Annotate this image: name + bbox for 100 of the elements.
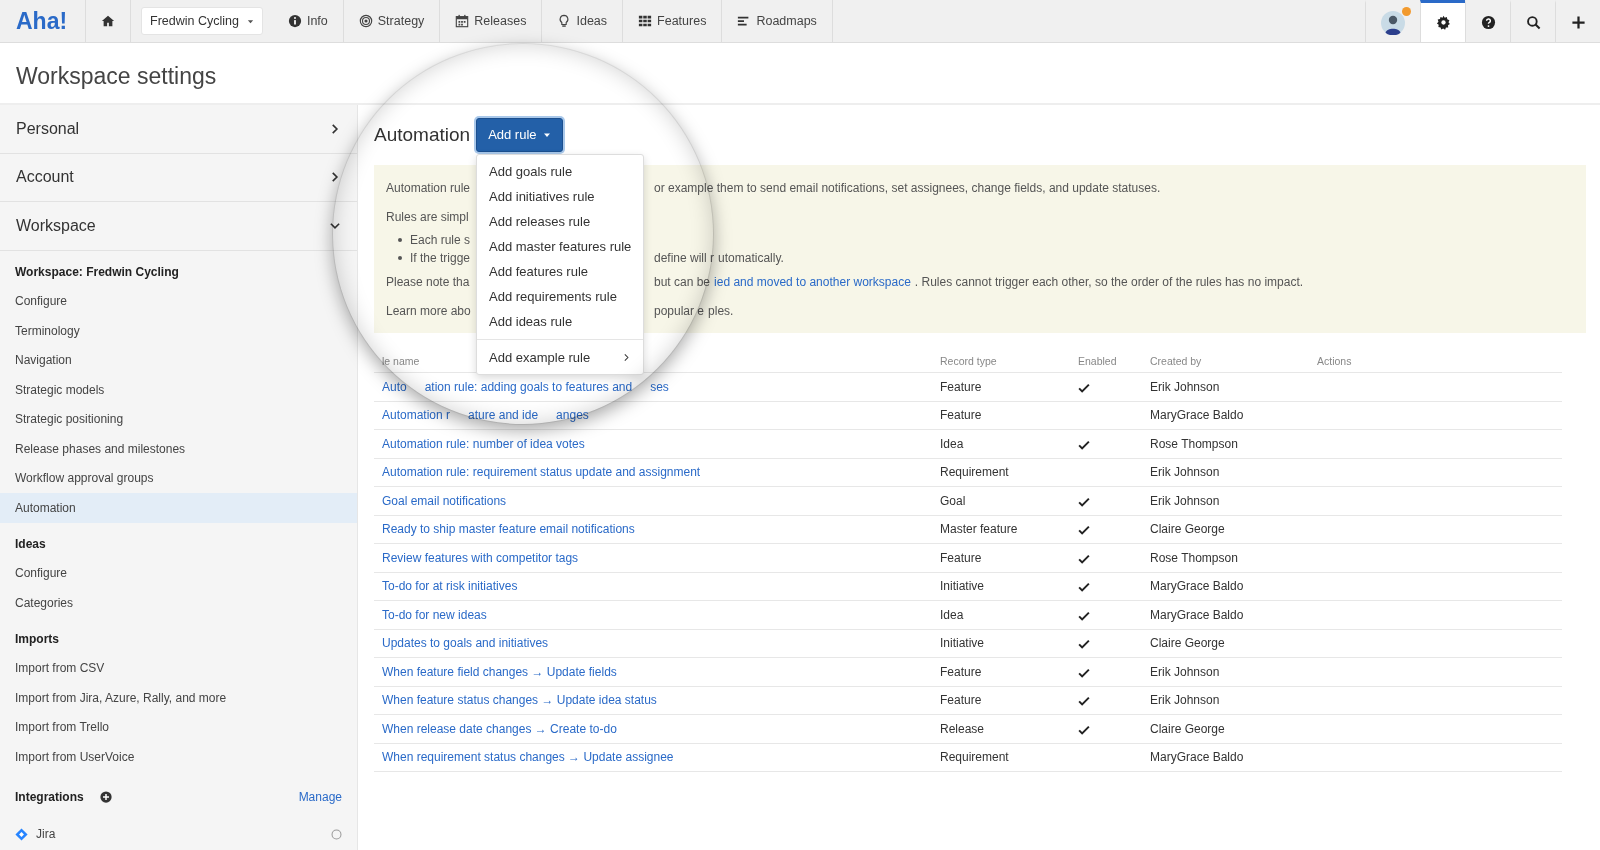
- rule-link[interactable]: Updates to goals and initiatives: [382, 634, 549, 653]
- menu-item[interactable]: Add releases rule: [477, 209, 644, 234]
- rule-link[interactable]: anges: [556, 406, 589, 425]
- sidebar-item[interactable]: Strategic models: [0, 375, 357, 405]
- nav-tab[interactable]: Ideas: [542, 0, 624, 42]
- rule-link[interactable]: To-do for new ideas: [382, 605, 487, 624]
- sidebar-item[interactable]: Import from Jira, Azure, Rally, and more: [0, 683, 357, 713]
- table-cell-text: Erik Johnson: [1150, 492, 1220, 510]
- section-heading: Workspace: Fredwin Cycling: [14, 263, 180, 281]
- table-cell-text: Requirement: [940, 464, 1009, 482]
- banner-text: define will r: [654, 250, 715, 267]
- rule-link[interactable]: Automation r: [382, 406, 451, 425]
- rule-link[interactable]: When release date changes → Create to-do: [382, 719, 617, 738]
- chevron-right-icon: [329, 122, 341, 135]
- table-cell-text: Claire George: [1150, 635, 1225, 653]
- workspace-select[interactable]: Fredwin Cycling: [141, 7, 263, 35]
- sidebar-item[interactable]: Terminology: [0, 316, 357, 346]
- nav-tab[interactable]: Roadmaps: [722, 0, 833, 42]
- table-cell-text: Requirement: [940, 749, 1009, 767]
- banner-text: but can be: [654, 273, 711, 291]
- bullet-dot: [398, 238, 402, 242]
- section-title: Automation: [374, 122, 471, 147]
- table-cell-text: MaryGrace Baldo: [1150, 578, 1244, 596]
- manage-link[interactable]: Manage: [298, 787, 342, 806]
- avatar-icon: [1381, 10, 1405, 35]
- settings-icon: [1435, 15, 1451, 30]
- app-logo[interactable]: Aha!: [0, 0, 86, 42]
- sidebar-group[interactable]: Workspace: [0, 202, 357, 251]
- calendar-icon: [455, 14, 470, 28]
- menu-item[interactable]: Add goals rule: [477, 159, 644, 184]
- banner-link[interactable]: ied and moved to another workspace: [714, 272, 911, 291]
- table-cell-text: Idea: [940, 606, 964, 624]
- table-cell-text: Rose Thompson: [1150, 549, 1238, 567]
- menu-item[interactable]: Add requirements rule: [477, 284, 644, 309]
- column-header: Actions: [1317, 353, 1352, 369]
- add-rule-button[interactable]: Add rule: [476, 118, 563, 152]
- rule-link[interactable]: When requirement status changes → Update assignee: [382, 748, 674, 767]
- rule-link[interactable]: When feature field changes → Update fields: [382, 662, 617, 681]
- sidebar-group[interactable]: Personal: [0, 105, 357, 154]
- table-cell-text: Rose Thompson: [1150, 435, 1238, 453]
- lightbulb-icon: [557, 14, 572, 28]
- table-cell-text: Feature: [940, 407, 982, 425]
- rule-link[interactable]: ation rule: adding goals to features and: [424, 377, 633, 396]
- section-heading: Imports: [14, 630, 60, 648]
- rule-link[interactable]: Review features with competitor tags: [382, 548, 579, 567]
- menu-item[interactable]: Add example rule: [477, 345, 644, 370]
- sidebar-item[interactable]: Import from CSV: [0, 653, 357, 683]
- menu-item[interactable]: Add features rule: [477, 259, 644, 284]
- sidebar-item[interactable]: Import from UserVoice: [0, 742, 357, 772]
- chevron-right-icon: [622, 353, 632, 362]
- sidebar-item[interactable]: Import from Trello: [0, 712, 357, 742]
- table-cell-text: MaryGrace Baldo: [1150, 606, 1244, 624]
- table-cell-text: Release: [940, 720, 985, 738]
- table-cell-text: Initiative: [940, 578, 985, 596]
- table-cell-text: Erik Johnson: [1150, 378, 1220, 396]
- column-header: Enabled: [1078, 353, 1117, 369]
- nav-tab[interactable]: Features: [623, 0, 723, 42]
- info-icon: [287, 14, 302, 28]
- sidebar-group[interactable]: Account: [0, 153, 357, 202]
- column-header: le name: [382, 353, 420, 369]
- table-cell-text: Erik Johnson: [1150, 692, 1220, 710]
- section-heading: Ideas: [14, 535, 47, 553]
- rule-link[interactable]: Automation rule: requirement status update and assignment: [382, 463, 701, 482]
- menu-item[interactable]: Add ideas rule: [477, 309, 644, 334]
- table-cell-text: Feature: [940, 663, 982, 681]
- nav-tab[interactable]: Releases: [440, 0, 543, 42]
- sidebar-item[interactable]: Workflow approval groups: [0, 463, 357, 493]
- sidebar-item[interactable]: Configure: [0, 558, 357, 588]
- rule-link[interactable]: Auto: [382, 377, 407, 396]
- rule-link[interactable]: ses: [650, 377, 669, 396]
- sidebar-item[interactable]: Strategic positioning: [0, 404, 357, 434]
- banner-text: If the trigge: [410, 250, 471, 267]
- integration-name[interactable]: Jira: [36, 825, 56, 844]
- sidebar-item[interactable]: Automation: [0, 493, 357, 523]
- sidebar-item[interactable]: Release phases and milestones: [0, 434, 357, 464]
- menu-item[interactable]: Add initiatives rule: [477, 184, 644, 209]
- chevron-right-icon: [329, 171, 341, 184]
- settings-button[interactable]: [1420, 0, 1465, 42]
- search-icon: [1525, 15, 1541, 30]
- banner-text: Automation rule: [386, 179, 471, 197]
- target-icon: [358, 14, 373, 28]
- rule-link[interactable]: Goal email notifications: [382, 491, 507, 510]
- add-icon: [1570, 15, 1586, 30]
- nav-tab[interactable]: Info: [272, 0, 344, 42]
- rule-link[interactable]: Ready to ship master feature email notifications: [382, 520, 635, 539]
- table-cell-text: Goal: [940, 492, 966, 510]
- rule-link[interactable]: When feature status changes → Update idea status: [382, 691, 657, 710]
- sidebar-item[interactable]: Categories: [0, 588, 357, 618]
- nav-tab[interactable]: Strategy: [343, 0, 441, 42]
- table-cell-text: MaryGrace Baldo: [1150, 749, 1244, 767]
- banner-text: Each rule s: [410, 232, 471, 249]
- add-circle-icon[interactable]: [99, 790, 112, 803]
- menu-item[interactable]: Add master features rule: [477, 234, 644, 259]
- sidebar-item[interactable]: Navigation: [0, 345, 357, 375]
- rule-link[interactable]: Automation rule: number of idea votes: [382, 434, 585, 453]
- rule-link[interactable]: To-do for at risk initiatives: [382, 577, 518, 596]
- rule-link[interactable]: ature and ide: [468, 406, 539, 425]
- banner-text: popular e: [654, 302, 705, 320]
- sidebar-item[interactable]: Configure: [0, 286, 357, 316]
- table-cell-text: Initiative: [940, 635, 985, 653]
